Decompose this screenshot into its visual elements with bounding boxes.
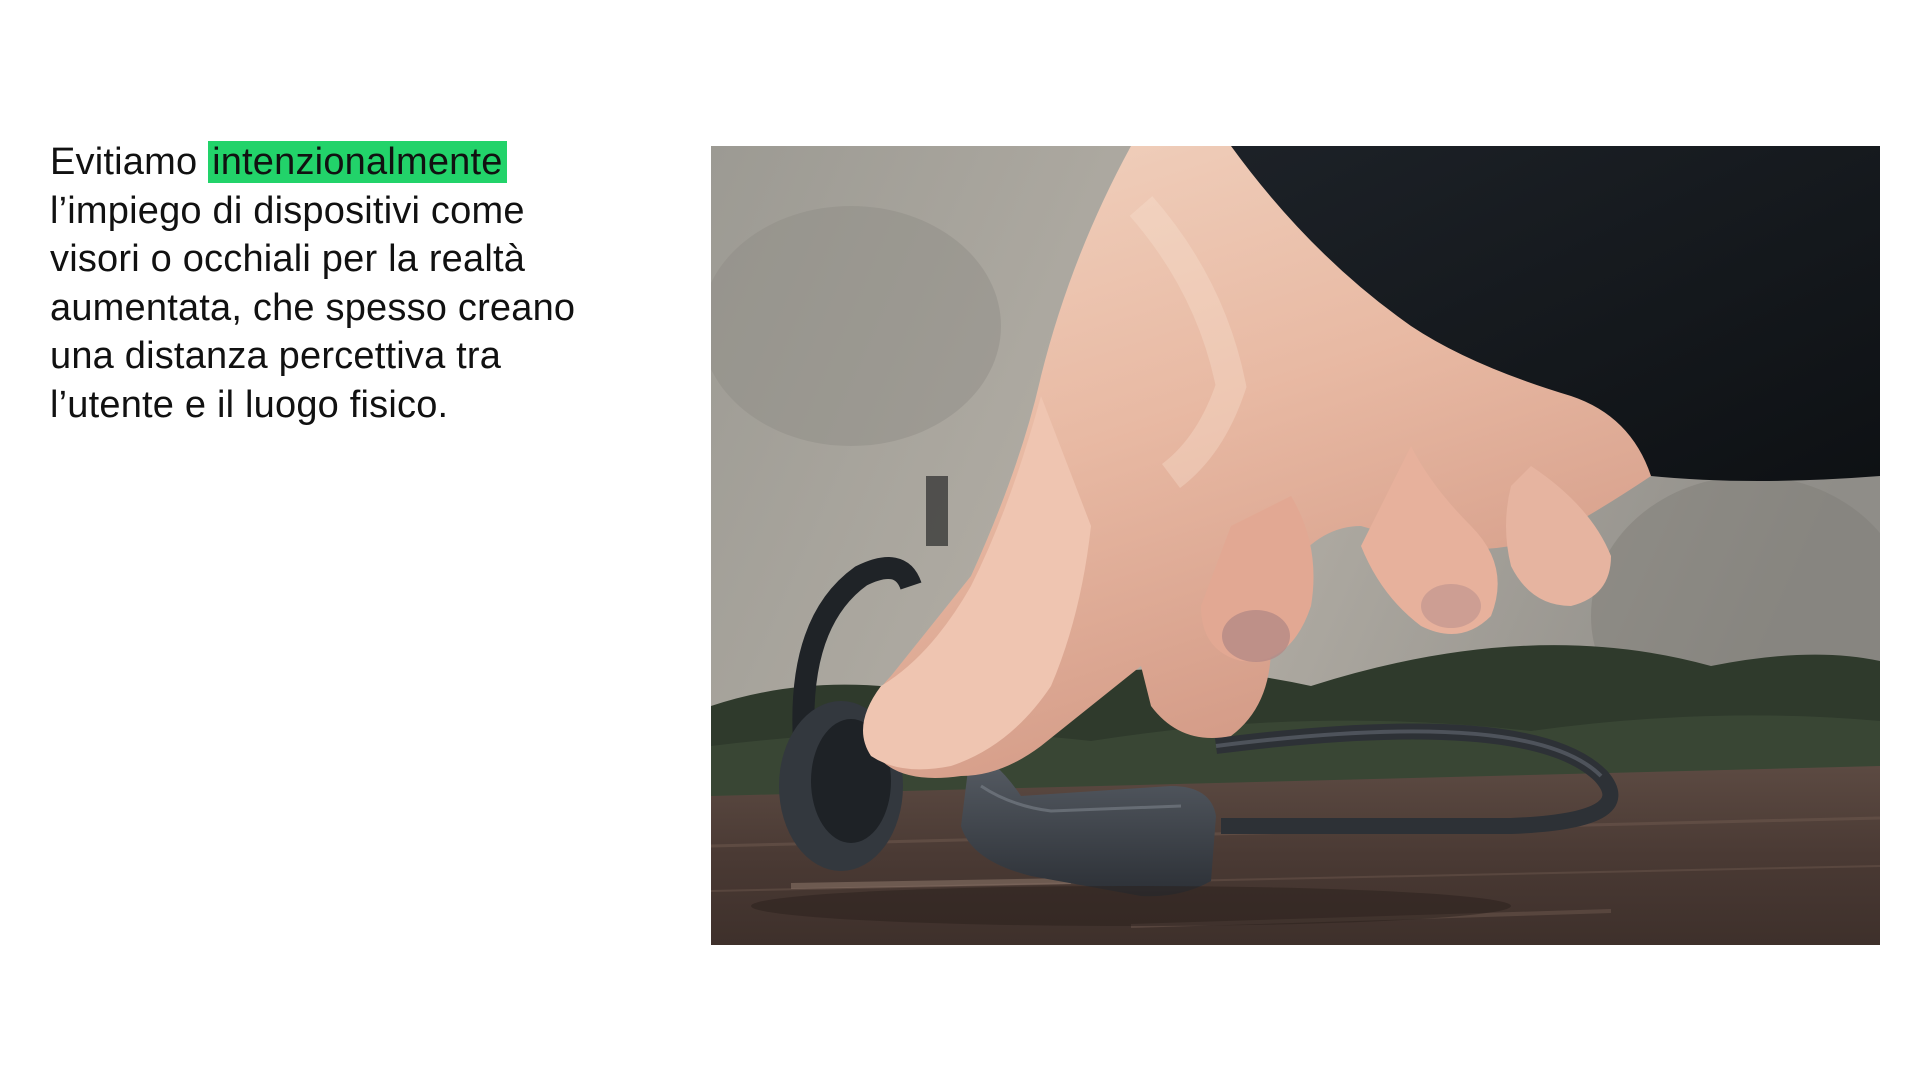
text-line-4: aumentata, che spesso creano (50, 286, 576, 329)
lead-word: Evitiamo (50, 141, 209, 183)
text-line-3: visori o occhiali per la realtà (50, 238, 526, 280)
text-line-5: una distanza percettiva tra (50, 335, 502, 377)
text-line-2: l’impiego di dispositivi come (50, 189, 525, 232)
wall-window (926, 476, 948, 546)
body-paragraph: Evitiamo intenzionalmente l’impiego di d… (50, 138, 650, 429)
highlighted-word: intenzionalmente (208, 141, 507, 183)
text-line-6: l’utente e il luogo fisico. (50, 383, 449, 426)
slide: Evitiamo intenzionalmente l’impiego di d… (0, 0, 1920, 1080)
photo-illustration (711, 146, 1880, 945)
headphones-photo (711, 146, 1880, 945)
text-line-1: Evitiamo intenzionalmente (50, 138, 650, 187)
